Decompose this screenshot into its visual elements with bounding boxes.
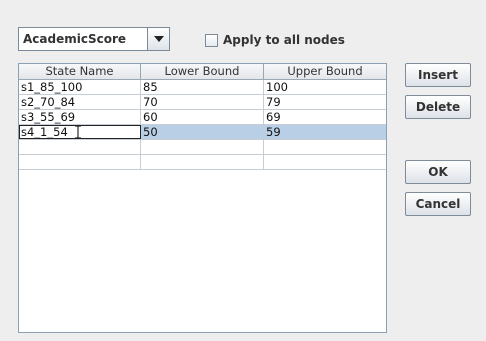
combo-value: AcademicScore (23, 32, 127, 46)
column-header-lower-bound[interactable]: Lower Bound (141, 64, 264, 79)
cell-upper-bound[interactable] (264, 140, 386, 154)
cell-state-name[interactable] (19, 140, 141, 154)
apply-all-label: Apply to all nodes (223, 33, 345, 47)
cell-state-name-editor[interactable]: s4_1_54 (19, 125, 141, 139)
combo-dropdown-button[interactable] (147, 28, 169, 50)
cell-upper-bound[interactable] (264, 155, 386, 169)
cancel-button[interactable]: Cancel (405, 192, 471, 216)
cell-lower-bound[interactable]: 70 (141, 95, 264, 109)
table-row[interactable] (19, 140, 386, 155)
table-row[interactable] (19, 155, 386, 170)
cell-state-name[interactable] (19, 155, 141, 169)
column-header-state-name[interactable]: State Name (19, 64, 141, 79)
table-row-selected[interactable]: s4_1_54 50 59 (19, 125, 386, 140)
dialog: AcademicScore Apply to all nodes State N… (0, 0, 486, 341)
cell-lower-bound[interactable]: 50 (141, 125, 264, 139)
apply-all-checkbox-group[interactable]: Apply to all nodes (205, 32, 345, 48)
cell-upper-bound[interactable]: 59 (264, 125, 386, 139)
cell-state-name[interactable]: s1_85_100 (19, 80, 141, 94)
cell-lower-bound[interactable]: 85 (141, 80, 264, 94)
cell-state-name[interactable]: s2_70_84 (19, 95, 141, 109)
insert-button[interactable]: Insert (405, 63, 471, 87)
cell-upper-bound[interactable]: 79 (264, 95, 386, 109)
apply-all-checkbox[interactable] (205, 33, 218, 47)
column-header-upper-bound[interactable]: Upper Bound (264, 64, 386, 79)
cell-editor-text: s4_1_54 (21, 125, 68, 139)
table-body: s1_85_100 85 100 s2_70_84 70 79 s3_55_69… (19, 80, 386, 170)
cell-lower-bound[interactable] (141, 155, 264, 169)
table-header: State Name Lower Bound Upper Bound (19, 64, 386, 80)
text-cursor-icon (75, 126, 81, 138)
cell-upper-bound[interactable]: 69 (264, 110, 386, 124)
variable-combo[interactable]: AcademicScore (18, 27, 170, 51)
table-row[interactable]: s1_85_100 85 100 (19, 80, 386, 95)
delete-button[interactable]: Delete (405, 95, 471, 119)
cell-upper-bound[interactable]: 100 (264, 80, 386, 94)
chevron-down-icon (153, 36, 164, 42)
ok-button[interactable]: OK (405, 160, 471, 184)
states-table: State Name Lower Bound Upper Bound s1_85… (18, 63, 387, 333)
table-row[interactable]: s3_55_69 60 69 (19, 110, 386, 125)
table-row[interactable]: s2_70_84 70 79 (19, 95, 386, 110)
cell-state-name[interactable]: s3_55_69 (19, 110, 141, 124)
cell-lower-bound[interactable]: 60 (141, 110, 264, 124)
cell-lower-bound[interactable] (141, 140, 264, 154)
